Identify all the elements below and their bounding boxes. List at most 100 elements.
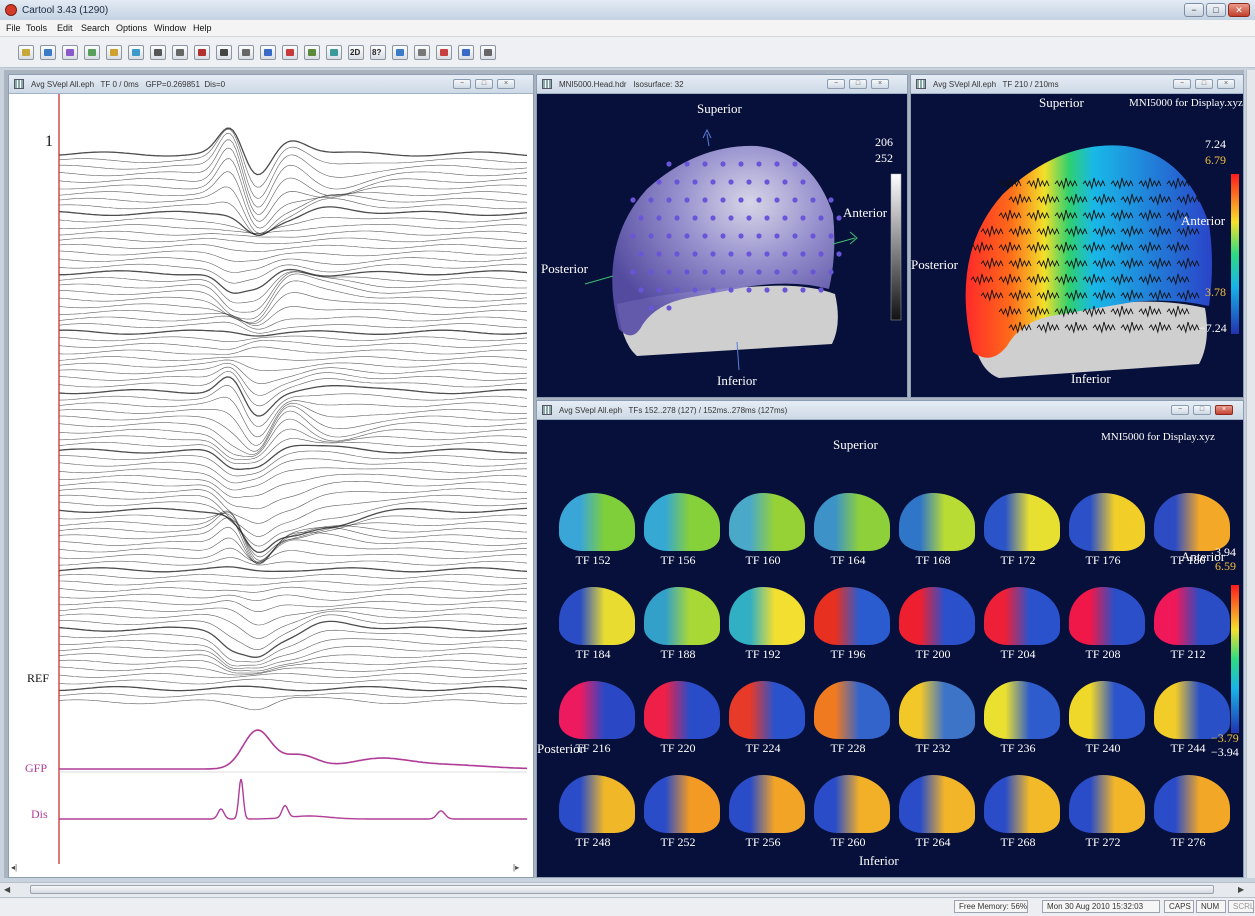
series-frame-map[interactable] [729,775,805,833]
toolbar-tracks-button[interactable] [84,45,100,60]
series-frame-map[interactable] [1154,775,1230,833]
head-window[interactable]: MNI5000.Head.hdr Isosurface: 32 − □ × Su… [536,74,908,398]
series-frame-map[interactable] [1069,493,1145,551]
series-frame-map[interactable] [1069,775,1145,833]
series-frame-map[interactable] [899,775,975,833]
toolbar-monitor-button[interactable] [436,45,452,60]
head-minimize-button[interactable]: − [827,79,845,89]
series-frame-map[interactable] [559,493,635,551]
series-frame-map[interactable] [984,681,1060,739]
series-frame-map[interactable] [984,587,1060,645]
toolbar-globe-button[interactable] [282,45,298,60]
series-frame-map[interactable] [899,587,975,645]
series-frame-map[interactable] [644,493,720,551]
toolbar-2d-button[interactable]: 2D [348,45,364,60]
close-button[interactable]: ✕ [1228,3,1250,17]
map-minimize-button[interactable]: − [1173,79,1191,89]
eeg-channel-trace [58,573,528,579]
maximize-button[interactable]: □ [1206,3,1226,17]
minimize-button[interactable]: − [1184,3,1204,17]
map-window-titlebar[interactable]: Avg SVepl All.eph TF 210 / 210ms − □ × [911,75,1243,94]
map-3d-view[interactable] [911,94,1243,397]
series-frame-label: TF 184 [575,647,611,661]
toolbar-record-stop-button[interactable] [194,45,210,60]
series-frame-map[interactable] [729,681,805,739]
series-frame-map[interactable] [729,493,805,551]
menu-file[interactable]: File [6,23,21,33]
series-frame-map[interactable] [644,681,720,739]
toolbar-zoom-button[interactable] [106,45,122,60]
scroll-left-arrow-icon[interactable]: ◀ [4,885,10,894]
series-frame-map[interactable] [644,775,720,833]
menu-window[interactable]: Window [154,23,186,33]
head-window-titlebar[interactable]: MNI5000.Head.hdr Isosurface: 32 − □ × [537,75,907,94]
horizontal-scrollbar[interactable]: ◀ ▶ [0,882,1255,897]
menu-search[interactable]: Search [81,23,110,33]
toolbar-tracks-small-button[interactable] [238,45,254,60]
eeg-minimize-button[interactable]: − [453,79,471,89]
series-frame-map[interactable] [984,775,1060,833]
series-frame-map[interactable] [644,587,720,645]
toolbar-erase-button[interactable] [480,45,496,60]
series-minimize-button[interactable]: − [1171,405,1189,415]
series-frame-map[interactable] [814,775,890,833]
series-frame-map[interactable] [814,493,890,551]
toolbar-record-button[interactable] [172,45,188,60]
series-frame-map[interactable] [814,587,890,645]
eeg-scroll-left-button[interactable]: ◂| [11,863,17,872]
series-frame-map[interactable] [1154,587,1230,645]
series-frame-map[interactable] [729,587,805,645]
horizontal-scroll-thumb[interactable] [30,885,1214,894]
mdi-vertical-scrollbar[interactable] [1246,70,1255,878]
series-frame-map[interactable] [814,681,890,739]
menu-help[interactable]: Help [193,23,212,33]
toolbar-search-button[interactable] [150,45,166,60]
eeg-restore-button[interactable]: □ [475,79,493,89]
map-restore-button[interactable]: □ [1195,79,1213,89]
eeg-window[interactable]: Avg SVepl All.eph TF 0 / 0ms GFP=0.26985… [8,74,534,878]
toolbar-undo-button[interactable] [40,45,56,60]
toolbar-dots-button[interactable] [414,45,430,60]
toolbar-grid-button[interactable] [216,45,232,60]
menu-edit[interactable]: Edit [57,23,73,33]
scroll-right-arrow-icon[interactable]: ▶ [1238,885,1244,894]
head-restore-button[interactable]: □ [849,79,867,89]
toolbar-open-button[interactable] [62,45,78,60]
toolbar-magnify-button[interactable] [128,45,144,60]
series-frame-map[interactable] [1069,681,1145,739]
toolbar-users-button[interactable] [304,45,320,60]
series-frame-map[interactable] [984,493,1060,551]
series-frame-map[interactable] [1069,587,1145,645]
map-close-button[interactable]: × [1217,79,1235,89]
head-3d-view[interactable] [537,94,907,397]
toolbar-chart-button[interactable] [260,45,276,60]
eeg-window-titlebar[interactable]: Avg SVepl All.eph TF 0 / 0ms GFP=0.26985… [9,75,533,94]
series-frame-map[interactable] [899,681,975,739]
display-icon [462,49,470,56]
series-close-button[interactable]: × [1215,405,1233,415]
menu-options[interactable]: Options [116,23,147,33]
toolbar-spread-button[interactable] [392,45,408,60]
head-scale-top-value: 206 [875,135,893,149]
map-window[interactable]: Avg SVepl All.eph TF 210 / 210ms − □ × S… [910,74,1244,398]
eeg-traces-plot[interactable] [9,94,533,864]
zoom-icon [110,49,118,56]
series-frame-map[interactable] [559,775,635,833]
series-restore-button[interactable]: □ [1193,405,1211,415]
electrode-dot [720,269,726,275]
toolbar-wave-button[interactable] [326,45,342,60]
eeg-scroll-right-button[interactable]: |▸ [513,863,519,872]
toolbar-display-button[interactable] [458,45,474,60]
head-close-button[interactable]: × [871,79,889,89]
series-window[interactable]: Avg SVepl All.eph TFs 152..278 (127) / 1… [536,400,1244,878]
series-window-titlebar[interactable]: Avg SVepl All.eph TFs 152..278 (127) / 1… [537,401,1243,420]
series-frame-map[interactable] [1154,493,1230,551]
eeg-close-button[interactable]: × [497,79,515,89]
series-frame-map[interactable] [559,681,635,739]
electrode-dot [674,215,680,221]
menu-tools[interactable]: Tools [26,23,47,33]
toolbar-question-button[interactable]: 8? [370,45,386,60]
series-frame-map[interactable] [559,587,635,645]
toolbar-new-button[interactable] [18,45,34,60]
series-frame-map[interactable] [899,493,975,551]
